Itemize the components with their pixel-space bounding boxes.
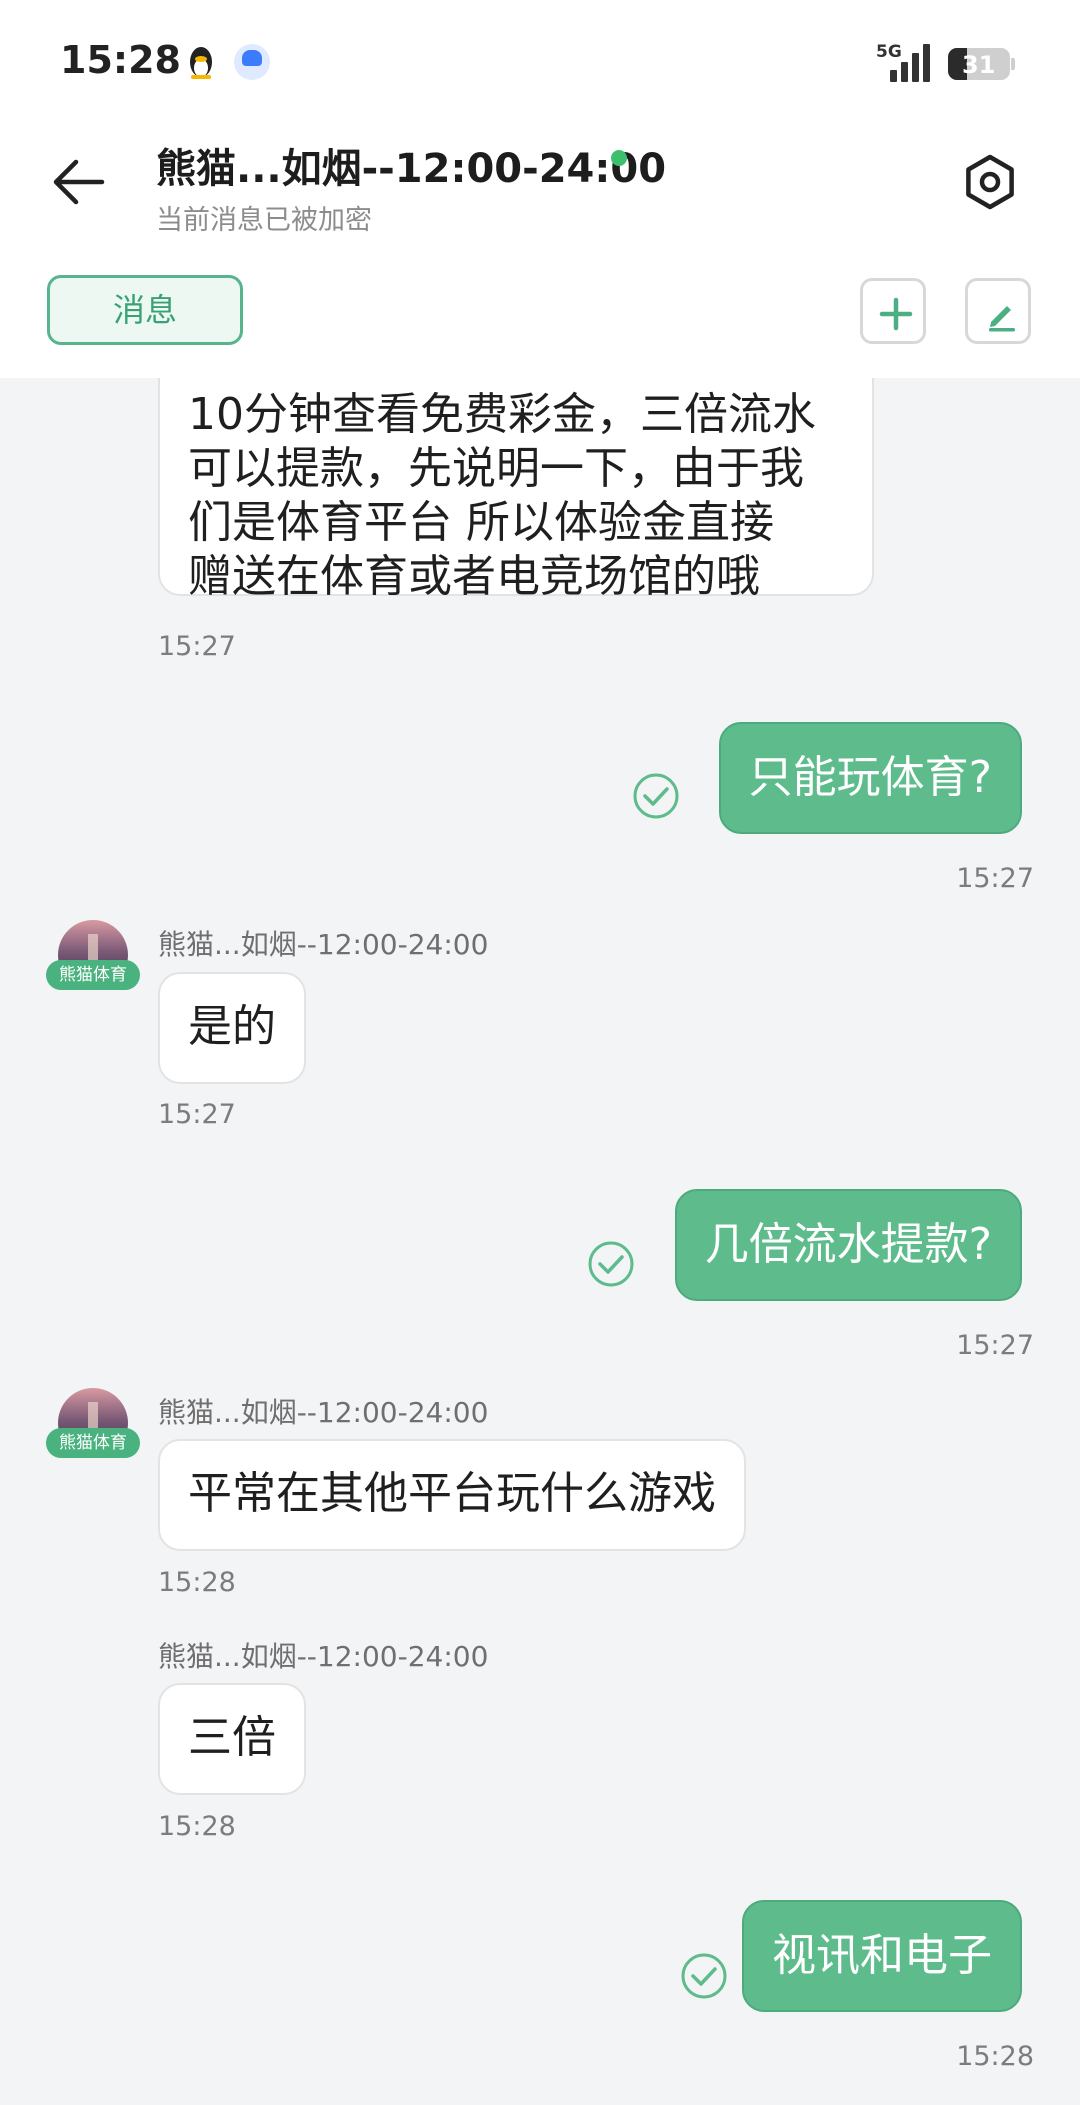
online-status-dot: [611, 150, 627, 166]
message-timestamp: 15:28: [158, 1811, 236, 1842]
chat-title[interactable]: 熊猫...如烟--12:00-24:00: [156, 136, 666, 194]
read-check-icon: [681, 1953, 727, 1999]
baidu-icon: [234, 44, 270, 80]
sender-name: 熊猫...如烟--12:00-24:00: [158, 1396, 489, 1429]
avatar-tag: 熊猫体育: [46, 1428, 140, 1458]
outgoing-message-bubble[interactable]: 只能玩体育?: [718, 722, 1022, 834]
battery-icon: 31: [948, 48, 1010, 80]
message-text-line: 10分钟查看免费彩金，三倍流水: [188, 389, 816, 440]
avatar-tag: 熊猫体育: [46, 960, 140, 990]
edit-button[interactable]: [965, 278, 1031, 344]
incoming-message-bubble[interactable]: 三倍: [158, 1683, 306, 1795]
sender-name: 熊猫...如烟--12:00-24:00: [158, 1640, 489, 1673]
chat-header: 15:28 5G 31 熊猫...如烟--12:00-24:00 当前消息已被加…: [0, 0, 1080, 378]
message-text-line: 们是体育平台 所以体验金直接: [188, 497, 774, 548]
tab-messages[interactable]: 消息: [47, 275, 243, 345]
message-timestamp: 15:27: [956, 1330, 1034, 1361]
incoming-message-bubble[interactable]: 平常在其他平台玩什么游戏: [158, 1439, 746, 1551]
incoming-message-bubble[interactable]: 是的: [158, 972, 306, 1084]
message-timestamp: 15:27: [158, 1099, 236, 1130]
message-timestamp: 15:27: [158, 631, 236, 662]
message-text-line: 赠送在体育或者电竞场馆的哦: [188, 551, 760, 602]
signal-icon: [886, 42, 932, 82]
qq-penguin-icon: [190, 47, 212, 79]
sender-name: 熊猫...如烟--12:00-24:00: [158, 928, 489, 961]
battery-tip: [1011, 58, 1015, 70]
outgoing-message-bubble[interactable]: 视讯和电子: [742, 1900, 1022, 2012]
plus-icon: [879, 297, 913, 331]
message-timestamp: 15:28: [158, 1567, 236, 1598]
settings-icon[interactable]: [960, 152, 1020, 212]
encryption-notice: 当前消息已被加密: [156, 205, 372, 236]
add-button[interactable]: [860, 278, 926, 344]
back-arrow-icon[interactable]: [48, 152, 108, 212]
message-list[interactable]: 10分钟查看免费彩金，三倍流水 可以提款，先说明一下，由于我 们是体育平台 所以…: [0, 378, 1080, 2105]
incoming-message-bubble[interactable]: 10分钟查看免费彩金，三倍流水 可以提款，先说明一下，由于我 们是体育平台 所以…: [158, 378, 874, 602]
outgoing-message-bubble[interactable]: 几倍流水提款?: [674, 1189, 1022, 1301]
read-check-icon: [633, 773, 679, 819]
read-check-icon: [588, 1241, 634, 1287]
message-timestamp: 15:27: [956, 863, 1034, 894]
pencil-icon: [989, 306, 1015, 332]
message-timestamp: 15:28: [956, 2041, 1034, 2072]
status-time: 15:28: [60, 38, 181, 82]
battery-level: 31: [962, 51, 996, 79]
message-text-line: 可以提款，先说明一下，由于我: [188, 443, 804, 494]
